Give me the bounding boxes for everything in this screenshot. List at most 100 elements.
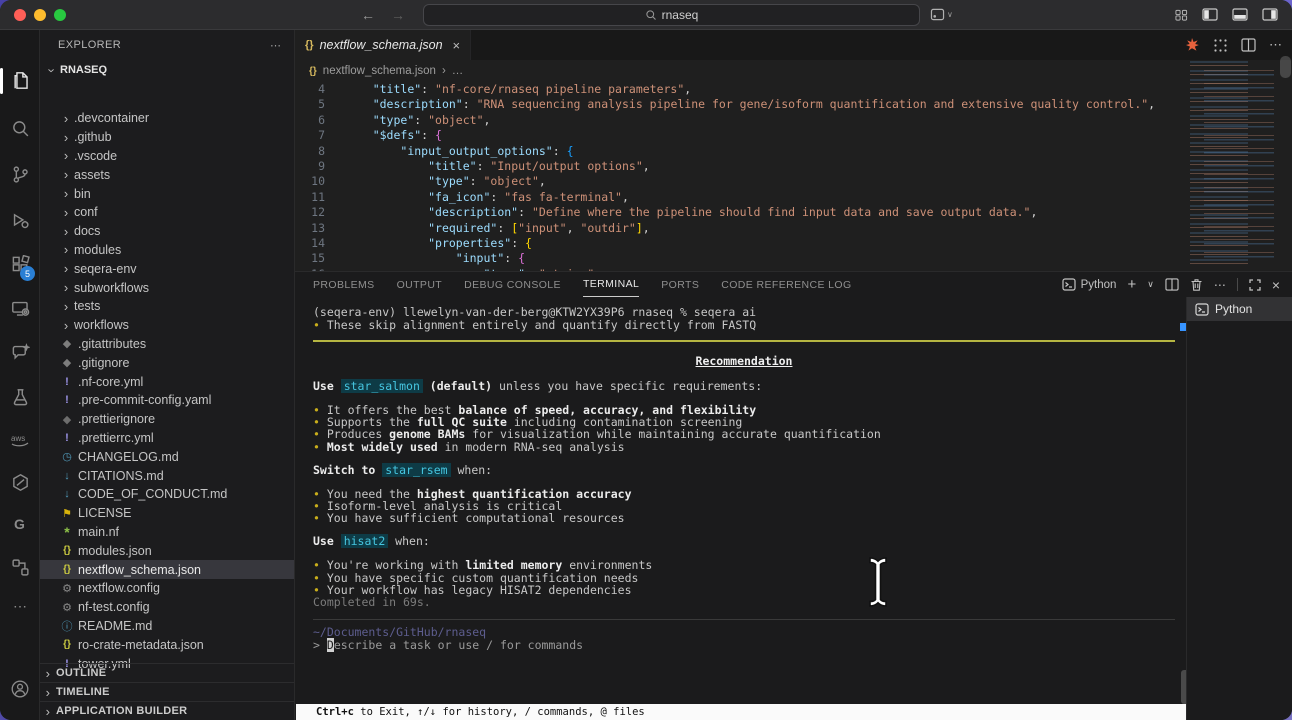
chevron-right-icon	[58, 318, 74, 333]
terminal-dropdown-icon[interactable]: ∨	[1147, 279, 1154, 290]
tree-folder[interactable]: subworkflows	[40, 278, 294, 297]
shell-selector[interactable]: Python	[1062, 278, 1117, 291]
tree-folder[interactable]: tests	[40, 297, 294, 316]
tree-file[interactable]: !.prettierrc.yml	[40, 429, 294, 448]
tab-problems[interactable]: PROBLEMS	[313, 272, 375, 297]
tree-file[interactable]: ⓘREADME.md	[40, 617, 294, 636]
minimize-window-button[interactable]	[34, 9, 46, 21]
diagram-view-button[interactable]	[0, 549, 40, 585]
panel-more-actions-icon[interactable]: ⋯	[1214, 278, 1226, 292]
tree-folder[interactable]: assets	[40, 165, 294, 184]
tree-file-selected[interactable]: {}nextflow_schema.json	[40, 560, 294, 579]
maximize-panel-icon[interactable]	[1249, 279, 1261, 291]
back-button[interactable]: ←	[361, 7, 375, 23]
explorer-view-button[interactable]	[0, 62, 40, 98]
split-terminal-icon[interactable]	[1165, 278, 1179, 291]
close-tab-icon[interactable]: ×	[453, 38, 461, 53]
tree-file[interactable]: *main.nf	[40, 523, 294, 542]
tree-file[interactable]: {}modules.json	[40, 541, 294, 560]
tree-file[interactable]: ◆.gitattributes	[40, 335, 294, 354]
tree-folder[interactable]: .vscode	[40, 147, 294, 166]
close-window-button[interactable]	[14, 9, 26, 21]
tree-folder[interactable]: docs	[40, 222, 294, 241]
testing-view-button[interactable]	[0, 379, 40, 415]
terminal-output[interactable]: (seqera-env) llewelyn-van-der-berg@KTW2Y…	[295, 297, 1186, 704]
tree-file[interactable]: ↓CODE_OF_CONDUCT.md	[40, 485, 294, 504]
markdown-file-icon: ↓	[58, 470, 76, 482]
nf-core-schema-icon[interactable]	[1184, 37, 1200, 53]
forward-button[interactable]: →	[391, 7, 405, 23]
tree-folder[interactable]: conf	[40, 203, 294, 222]
run-debug-view-button[interactable]	[0, 202, 40, 238]
layout-preview-button[interactable]: ∨	[930, 8, 953, 21]
tree-file[interactable]: ◆.gitignore	[40, 353, 294, 372]
toggle-panel-icon[interactable]	[1232, 8, 1248, 21]
tree-file[interactable]: !.pre-commit-config.yaml	[40, 391, 294, 410]
close-panel-icon[interactable]: ×	[1272, 277, 1280, 293]
zoom-window-button[interactable]	[54, 9, 66, 21]
tree-file[interactable]: ◆.prettierignore	[40, 410, 294, 429]
tab-output[interactable]: OUTPUT	[397, 272, 443, 297]
new-terminal-button[interactable]: +	[1127, 276, 1136, 293]
dotted-grid-icon[interactable]	[1213, 38, 1228, 53]
sidebar-title: EXPLORER	[58, 39, 121, 51]
kill-terminal-trash-icon[interactable]	[1190, 278, 1203, 292]
tree-root-rnaseq[interactable]: RNASEQ	[40, 60, 294, 80]
tab-terminal[interactable]: TERMINAL	[583, 272, 639, 297]
tree-folder[interactable]: bin	[40, 184, 294, 203]
timeline-section[interactable]: TIMELINE	[40, 682, 294, 701]
tree-folder[interactable]: .devcontainer	[40, 109, 294, 128]
toggle-secondary-sidebar-icon[interactable]	[1262, 8, 1278, 21]
terminal-tabs-list: Python	[1186, 297, 1292, 720]
editor-scrollbar[interactable]	[1280, 56, 1291, 78]
terminal-input[interactable]: > Describe a task or use / for commands	[313, 638, 1186, 651]
tree-file[interactable]: ⚑LICENSE	[40, 504, 294, 523]
split-editor-icon[interactable]	[1241, 38, 1256, 52]
chat-view-button[interactable]	[0, 334, 40, 370]
search-view-button[interactable]	[0, 110, 40, 146]
code-line: 12 "description": "Define where the pipe…	[295, 205, 1184, 220]
chevron-right-icon	[58, 186, 74, 201]
more-icon: ⋯	[13, 598, 27, 615]
additional-views-button[interactable]: ⋯	[0, 588, 40, 624]
tree-file[interactable]: !.nf-core.yml	[40, 372, 294, 391]
toggle-primary-sidebar-icon[interactable]	[1202, 8, 1218, 21]
breadcrumb[interactable]: {} nextflow_schema.json › …	[295, 60, 1292, 82]
tree-folder[interactable]: seqera-env	[40, 259, 294, 278]
svg-text:aws: aws	[11, 434, 25, 443]
application-builder-section[interactable]: APPLICATION BUILDER	[40, 701, 294, 720]
tab-code-reference-log[interactable]: CODE REFERENCE LOG	[721, 272, 851, 297]
code-area[interactable]: 4 "title": "nf-core/rnaseq pipeline para…	[295, 82, 1184, 271]
gitlens-view-button[interactable]: G	[0, 506, 40, 542]
tree-file[interactable]: ⚙nf-test.config	[40, 598, 294, 617]
terminal-list-item-python[interactable]: Python	[1187, 297, 1292, 321]
aws-view-button[interactable]: aws	[0, 422, 40, 458]
minimap[interactable]	[1186, 56, 1286, 269]
chevron-right-icon	[40, 666, 56, 681]
tree-folder[interactable]: workflows	[40, 316, 294, 335]
tree-folder[interactable]: .github	[40, 128, 294, 147]
source-control-view-button[interactable]	[0, 156, 40, 192]
remote-explorer-view-button[interactable]	[0, 290, 40, 326]
vscode-window: ← → rnaseq ∨	[0, 0, 1292, 720]
git-file-icon: ◆	[58, 356, 76, 369]
tree-folder[interactable]: modules	[40, 241, 294, 260]
hexagon-view-button[interactable]	[0, 464, 40, 500]
command-center-search[interactable]: rnaseq	[423, 4, 920, 26]
explorer-more-actions-icon[interactable]: ⋯	[270, 39, 282, 52]
customize-layout-icon[interactable]	[1175, 9, 1188, 21]
settings-button[interactable]: ⚙	[0, 716, 40, 720]
accounts-button[interactable]	[0, 671, 40, 707]
editor-more-actions-icon[interactable]: ⋯	[1269, 37, 1282, 53]
tab-nextflow-schema[interactable]: {} nextflow_schema.json ×	[295, 30, 471, 60]
tree-file[interactable]: ◷CHANGELOG.md	[40, 447, 294, 466]
tree-file[interactable]: ⚙nextflow.config	[40, 579, 294, 598]
tab-ports[interactable]: PORTS	[661, 272, 699, 297]
outline-section[interactable]: OUTLINE	[40, 663, 294, 682]
json-file-icon: {}	[58, 639, 76, 650]
tree-file[interactable]: {}ro-crate-metadata.json	[40, 635, 294, 654]
explorer-sidebar: EXPLORER ⋯ RNASEQ .devcontainer .github …	[40, 30, 295, 720]
tree-file[interactable]: ↓CITATIONS.md	[40, 466, 294, 485]
editor-group: {} nextflow_schema.json × ⋯ {} nextflow_…	[295, 30, 1292, 271]
tab-debug-console[interactable]: DEBUG CONSOLE	[464, 272, 561, 297]
